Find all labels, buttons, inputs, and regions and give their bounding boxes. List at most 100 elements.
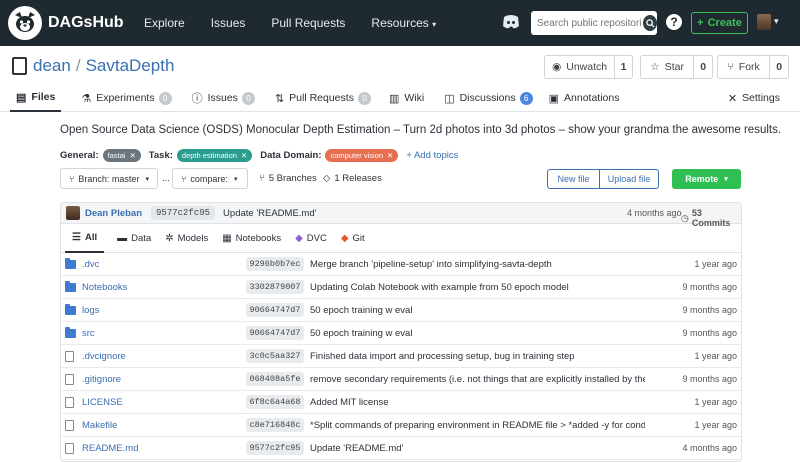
file-commit-message[interactable]: remove secondary requirements (i.e. not …: [310, 374, 645, 385]
file-name-link[interactable]: Makefile: [65, 419, 117, 431]
tab-pull-requests[interactable]: ⇅ Pull Requests 0: [269, 84, 377, 112]
fork-button[interactable]: ⑂ Fork 0: [717, 55, 789, 79]
file-row[interactable]: src 90664747d7 50 epoch training w eval …: [61, 322, 741, 345]
add-topics-link[interactable]: + Add topics: [406, 150, 458, 161]
file-commit-message[interactable]: 50 epoch training w eval: [310, 305, 645, 316]
star-icon: ☆: [650, 61, 660, 73]
brand-logo[interactable]: DAGsHub: [8, 6, 126, 40]
file-tab-models[interactable]: ✲ Models: [158, 225, 215, 253]
file-name-link[interactable]: Notebooks: [65, 280, 128, 293]
file-row[interactable]: Notebooks 3302879007 Updating Colab Note…: [61, 276, 741, 299]
file-commit-message[interactable]: Update 'README.md': [310, 443, 645, 454]
remove-tag-icon[interactable]: ✕: [387, 151, 393, 160]
commit-author-link[interactable]: Dean Pleban: [85, 208, 142, 219]
file-commit-message[interactable]: *Split commands of preparing environment…: [310, 420, 645, 431]
file-commit-message[interactable]: Merge branch 'pipeline-setup' into simpl…: [310, 259, 645, 270]
tab-label: Pull Requests: [289, 92, 354, 104]
file-name: Notebooks: [82, 281, 128, 293]
file-tab-data[interactable]: ▬ Data: [110, 225, 158, 253]
tab-discussions[interactable]: ◫ Discussions 6: [438, 84, 538, 112]
file-commit-sha[interactable]: 90664747d7: [246, 303, 304, 317]
file-name-link[interactable]: .dvcignore: [65, 350, 126, 362]
nav-link-pull-requests[interactable]: Pull Requests: [271, 16, 345, 30]
file-commit-time: 1 year ago: [694, 397, 737, 407]
tab-annotations[interactable]: ▣ Annotations: [543, 84, 626, 112]
tab-files[interactable]: ▤ Files: [10, 84, 62, 112]
topic-tag-task[interactable]: depth estimation ✕: [176, 149, 253, 162]
branches-link[interactable]: ⑂ 5 Branches: [259, 173, 317, 184]
tab-experiments[interactable]: ⚗ Experiments 0: [75, 84, 177, 112]
file-commit-sha[interactable]: 9296b0b7ec: [246, 257, 304, 271]
file-commit-time: 4 months ago: [682, 443, 737, 453]
file-row[interactable]: .dvc 9296b0b7ec Merge branch 'pipeline-s…: [61, 253, 741, 276]
file-row[interactable]: .dvcignore 3c0c5aa327 Finished data impo…: [61, 345, 741, 368]
star-label-area: ☆ Star: [641, 56, 695, 78]
user-avatar[interactable]: [757, 14, 771, 30]
file-name-link[interactable]: README.md: [65, 442, 138, 454]
file-name-link[interactable]: LICENSE: [65, 396, 123, 408]
file-name-link[interactable]: logs: [65, 303, 99, 316]
nav-link-explore[interactable]: Explore: [144, 16, 185, 30]
compare-selector[interactable]: ⑂ compare: ▾: [172, 168, 248, 189]
file-row[interactable]: Makefile c8e716848c *Split commands of p…: [61, 414, 741, 437]
file-commit-message[interactable]: Added MIT license: [310, 397, 645, 408]
topic-tag-general[interactable]: fastai ✕: [102, 149, 141, 162]
repo-description: Open Source Data Science (OSDS) Monocula…: [60, 124, 782, 136]
topic-tag-domain[interactable]: computer vision ✕: [325, 149, 399, 162]
file-commit-sha[interactable]: 90664747d7: [246, 326, 304, 340]
tab-issues[interactable]: ⓘ Issues 0: [186, 84, 261, 112]
file-commit-time: 9 months ago: [682, 328, 737, 338]
file-tab-all[interactable]: ☰ All: [65, 225, 105, 253]
issue-icon: ⓘ: [191, 93, 203, 105]
remove-tag-icon[interactable]: ✕: [129, 151, 135, 160]
general-label: General:: [60, 150, 99, 161]
plus-icon: +: [697, 17, 704, 29]
file-name-link[interactable]: src: [65, 326, 95, 339]
repo-name-link[interactable]: SavtaDepth: [86, 56, 175, 76]
file-commit-message[interactable]: Updating Colab Notebook with example fro…: [310, 282, 645, 293]
file-commit-sha[interactable]: 6f8c6a4a68: [246, 395, 304, 409]
search-input[interactable]: [537, 17, 641, 29]
file-row[interactable]: LICENSE 6f8c6a4a68 Added MIT license 1 y…: [61, 391, 741, 414]
file-row[interactable]: .gitignore 068408a5fe remove secondary r…: [61, 368, 741, 391]
chevron-down-icon: ▾: [145, 175, 149, 183]
file-commit-message[interactable]: 50 epoch training w eval: [310, 328, 645, 339]
file-commit-sha[interactable]: 9577c2fc95: [246, 441, 304, 455]
help-icon[interactable]: ?: [666, 14, 682, 30]
file-tab-notebooks[interactable]: ▦ Notebooks: [215, 225, 288, 253]
search-button[interactable]: [643, 15, 657, 31]
file-tab-dvc[interactable]: ◆ DVC: [288, 225, 334, 253]
file-name-link[interactable]: .dvc: [65, 257, 99, 270]
file-tab-label: All: [84, 232, 98, 243]
file-commit-sha[interactable]: c8e716848c: [246, 418, 304, 432]
new-file-button[interactable]: New file: [547, 169, 600, 189]
file-row[interactable]: README.md 9577c2fc95 Update 'README.md' …: [61, 437, 741, 460]
unwatch-button[interactable]: ◉ Unwatch 1: [544, 55, 633, 79]
file-commit-sha[interactable]: 3302879007: [246, 280, 304, 294]
discord-icon[interactable]: [501, 12, 521, 32]
file-commit-sha[interactable]: 068408a5fe: [246, 372, 304, 386]
tab-settings[interactable]: ✕ Settings: [722, 84, 786, 112]
commit-sha-link[interactable]: 9577c2fc95: [151, 206, 216, 220]
releases-link[interactable]: ◇ 1 Releases: [323, 173, 382, 184]
file-name-link[interactable]: .gitignore: [65, 373, 121, 385]
file-tab-git[interactable]: ◆ Git: [334, 225, 372, 253]
domain-label: Data Domain:: [260, 150, 322, 161]
commit-message-link[interactable]: Update 'README.md': [223, 208, 316, 219]
tab-wiki[interactable]: ▥ Wiki: [383, 84, 430, 112]
upload-file-button[interactable]: Upload file: [599, 169, 659, 189]
file-commit-sha[interactable]: 3c0c5aa327: [246, 349, 304, 363]
star-button[interactable]: ☆ Star 0: [640, 55, 713, 79]
repo-owner-link[interactable]: dean: [33, 56, 71, 76]
file-row[interactable]: logs 90664747d7 50 epoch training w eval…: [61, 299, 741, 322]
file-commit-message[interactable]: Finished data import and processing setu…: [310, 351, 645, 362]
last-commit-bar: Dean Pleban 9577c2fc95 Update 'README.md…: [61, 203, 741, 228]
remove-tag-icon[interactable]: ✕: [241, 151, 247, 160]
nav-link-issues[interactable]: Issues: [211, 16, 246, 30]
create-button[interactable]: + Create: [691, 12, 748, 34]
nav-link-resources[interactable]: Resources ▾: [371, 16, 436, 30]
avatar-chevron-down-icon[interactable]: ▾: [774, 16, 779, 27]
create-label: Create: [707, 17, 742, 29]
remote-button[interactable]: Remote ▾: [672, 169, 741, 189]
branch-selector[interactable]: ⑂ Branch: master ▾: [60, 168, 158, 189]
